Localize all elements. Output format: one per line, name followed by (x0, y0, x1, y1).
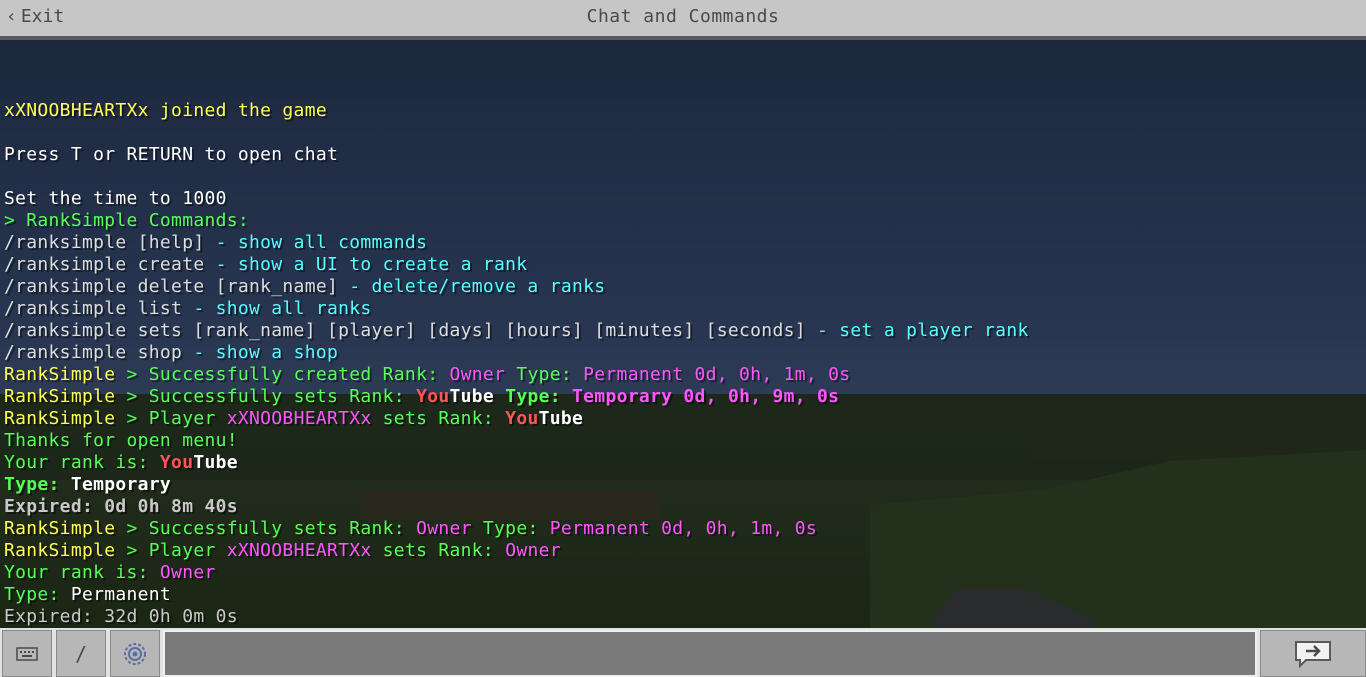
chat-line: xXNOOBHEARTXx joined the game (4, 100, 327, 121)
gear-icon (124, 642, 146, 665)
title-bar: ‹ Exit Chat and Commands (0, 0, 1366, 40)
chat-line: /ranksimple [help] - show all commands (4, 232, 428, 253)
chat-line: > RankSimple Commands: (4, 210, 250, 231)
page-title: Chat and Commands (586, 6, 780, 27)
chat-line: RankSimple > Successfully created Rank: … (4, 364, 851, 385)
slash-command-button[interactable]: / (56, 630, 106, 677)
settings-button[interactable] (110, 630, 160, 677)
chat-line: RankSimple > Successfully sets Rank: You… (4, 386, 840, 407)
chat-line: /ranksimple list - show all ranks (4, 298, 372, 319)
chat-line: /ranksimple shop - show a shop (4, 342, 339, 363)
chat-line: Your rank is: Owner (4, 562, 216, 583)
chat-input-bar: / (0, 628, 1366, 677)
chat-line: Set the time to 1000 (4, 188, 227, 209)
chat-line: /ranksimple sets [rank_name] [player] [d… (4, 320, 1029, 341)
send-button[interactable] (1260, 630, 1366, 677)
chat-input[interactable] (163, 630, 1257, 677)
chat-line: Your rank is: YouTube (4, 452, 238, 473)
chat-line: Type: Permanent (4, 584, 172, 605)
chat-line: RankSimple > Player xXNOOBHEARTXx sets R… (4, 540, 561, 561)
send-arrow-icon (1295, 640, 1331, 668)
chat-line: Expired: 0d 0h 8m 40s (4, 496, 238, 517)
chat-line: /ranksimple delete [rank_name] - delete/… (4, 276, 606, 297)
chat-line: Press T or RETURN to open chat (4, 144, 339, 165)
keyboard-icon (16, 646, 38, 661)
chat-line: Thanks for open menu! (4, 430, 238, 451)
chat-log[interactable]: xXNOOBHEARTXx joined the game Press T or… (0, 40, 1366, 628)
chat-line: Type: Temporary (4, 474, 172, 495)
chat-line: Expired: 32d 0h 0m 0s (4, 606, 238, 627)
slash-icon: / (74, 641, 88, 666)
chat-line: RankSimple > Player xXNOOBHEARTXx sets R… (4, 408, 584, 429)
keyboard-button[interactable] (2, 630, 52, 677)
chat-line: /ranksimple create - show a UI to create… (4, 254, 528, 275)
chat-line: RankSimple > Successfully sets Rank: Own… (4, 518, 818, 539)
